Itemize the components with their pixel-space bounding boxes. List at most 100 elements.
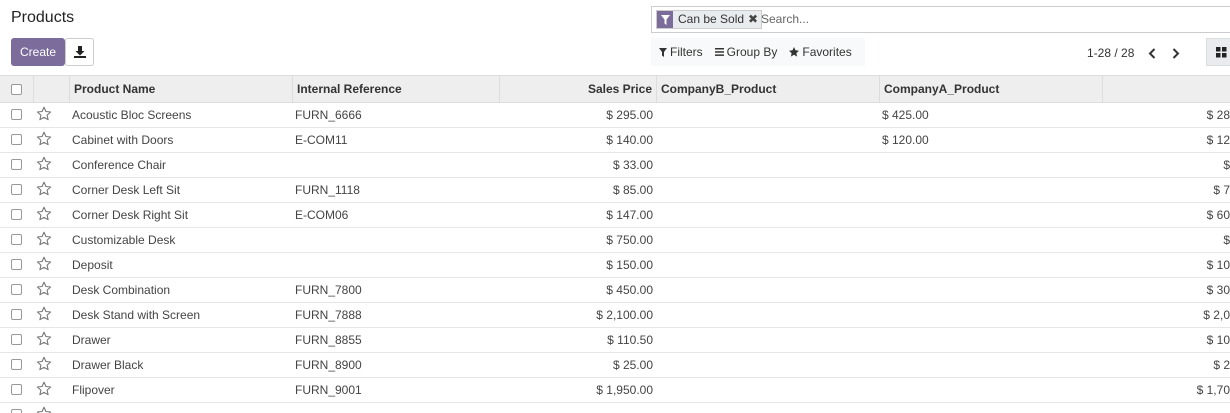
extra-column-cell[interactable]: $ 12: [1102, 128, 1230, 152]
table-row[interactable]: Acoustic Bloc Screens FURN_6666 $ 295.00 $ …: [0, 103, 1230, 128]
search-facet[interactable]: Can be Sold ✖: [656, 10, 763, 29]
groupby-button[interactable]: Group By: [709, 45, 784, 59]
extra-column-cell[interactable]: $ 2,0: [1102, 303, 1230, 327]
internal-reference-cell[interactable]: FURN_8900: [295, 353, 362, 377]
internal-reference-cell[interactable]: FURN_7800: [295, 278, 362, 302]
star-icon[interactable]: [36, 155, 52, 173]
table-row[interactable]: Cabinet with Doors E-COM11 $ 140.00 $ 120.0…: [0, 128, 1230, 153]
sales-price-cell[interactable]: $ 25.00: [499, 353, 653, 377]
row-checkbox[interactable]: [11, 109, 22, 120]
star-icon[interactable]: [36, 305, 52, 323]
companya-product-cell[interactable]: $ 120.00: [882, 128, 929, 152]
row-checkbox[interactable]: [11, 159, 22, 170]
header-companyb-product[interactable]: CompanyB_Product: [656, 76, 879, 103]
extra-column-cell[interactable]: $: [1102, 228, 1230, 252]
row-checkbox[interactable]: [11, 334, 22, 345]
star-icon[interactable]: [36, 330, 52, 348]
header-sales-price[interactable]: Sales Price: [499, 76, 656, 103]
product-name-cell[interactable]: Flipover: [72, 378, 115, 402]
sales-price-cell[interactable]: $ 2,100.00: [499, 303, 653, 327]
table-row[interactable]: Corner Desk Right Sit E-COM06 $ 147.00 $ 60: [0, 203, 1230, 228]
sales-price-cell[interactable]: $ 295.00: [499, 103, 653, 127]
row-checkbox[interactable]: [11, 234, 22, 245]
pager-previous-button[interactable]: [1140, 44, 1164, 62]
table-row[interactable]: [0, 403, 1230, 413]
table-row[interactable]: Desk Combination FURN_7800 $ 450.00 $ 30: [0, 278, 1230, 303]
extra-column-cell[interactable]: $ 7: [1102, 178, 1230, 202]
internal-reference-cell[interactable]: E-COM06: [295, 203, 348, 227]
close-icon[interactable]: ✖: [748, 11, 761, 28]
product-name-cell[interactable]: Desk Stand with Screen: [72, 303, 200, 327]
row-checkbox[interactable]: [11, 134, 22, 145]
internal-reference-cell[interactable]: FURN_9001: [295, 378, 362, 402]
product-name-cell[interactable]: Cabinet with Doors: [72, 128, 173, 152]
table-row[interactable]: Corner Desk Left Sit FURN_1118 $ 85.00 $ 7: [0, 178, 1230, 203]
sales-price-cell[interactable]: $ 150.00: [499, 253, 653, 277]
table-row[interactable]: Drawer Black FURN_8900 $ 25.00 $ 2: [0, 353, 1230, 378]
table-row[interactable]: Customizable Desk $ 750.00 $: [0, 228, 1230, 253]
row-checkbox[interactable]: [11, 384, 22, 395]
header-companya-product[interactable]: CompanyA_Product: [879, 76, 1102, 103]
product-name-cell[interactable]: Conference Chair: [72, 153, 166, 177]
internal-reference-cell[interactable]: FURN_1118: [295, 178, 360, 202]
star-icon[interactable]: [36, 180, 52, 198]
favorites-button[interactable]: Favorites: [783, 45, 857, 59]
header-extra-column[interactable]: [1102, 76, 1230, 103]
sales-price-cell[interactable]: $ 110.50: [499, 328, 653, 352]
extra-column-cell[interactable]: $ 30: [1102, 278, 1230, 302]
row-checkbox[interactable]: [11, 409, 22, 413]
table-row[interactable]: Deposit $ 150.00 $ 10: [0, 253, 1230, 278]
sales-price-cell[interactable]: [499, 403, 653, 413]
product-name-cell[interactable]: Desk Combination: [72, 278, 170, 302]
row-checkbox[interactable]: [11, 184, 22, 195]
search-input[interactable]: [761, 12, 1061, 26]
internal-reference-cell[interactable]: FURN_8855: [295, 328, 362, 352]
select-all-checkbox[interactable]: [11, 84, 22, 95]
table-row[interactable]: Desk Stand with Screen FURN_7888 $ 2,100.0…: [0, 303, 1230, 328]
sales-price-cell[interactable]: $ 85.00: [499, 178, 653, 202]
star-icon[interactable]: [36, 405, 52, 413]
row-checkbox[interactable]: [11, 284, 22, 295]
extra-column-cell[interactable]: $ 28: [1102, 103, 1230, 127]
table-row[interactable]: Drawer FURN_8855 $ 110.50 $ 10: [0, 328, 1230, 353]
sales-price-cell[interactable]: $ 1,950.00: [499, 378, 653, 402]
sales-price-cell[interactable]: $ 140.00: [499, 128, 653, 152]
pager-next-button[interactable]: [1164, 44, 1188, 62]
extra-column-cell[interactable]: $ 10: [1102, 328, 1230, 352]
row-checkbox[interactable]: [11, 259, 22, 270]
extra-column-cell[interactable]: $ 60: [1102, 203, 1230, 227]
row-checkbox[interactable]: [11, 359, 22, 370]
star-icon[interactable]: [36, 130, 52, 148]
extra-column-cell[interactable]: $ 1,70: [1102, 378, 1230, 402]
filters-button[interactable]: Filters: [651, 45, 709, 59]
row-checkbox[interactable]: [11, 309, 22, 320]
companya-product-cell[interactable]: $ 425.00: [882, 103, 929, 127]
internal-reference-cell[interactable]: FURN_6666: [295, 103, 362, 127]
sales-price-cell[interactable]: $ 33.00: [499, 153, 653, 177]
row-checkbox[interactable]: [11, 209, 22, 220]
star-icon[interactable]: [36, 355, 52, 373]
product-name-cell[interactable]: Drawer Black: [72, 353, 143, 377]
product-name-cell[interactable]: Customizable Desk: [72, 228, 175, 252]
table-row[interactable]: Flipover FURN_9001 $ 1,950.00 $ 1,70: [0, 378, 1230, 403]
star-icon[interactable]: [36, 105, 52, 123]
extra-column-cell[interactable]: [1102, 403, 1230, 413]
extra-column-cell[interactable]: $ 10: [1102, 253, 1230, 277]
star-icon[interactable]: [36, 380, 52, 398]
table-row[interactable]: Conference Chair $ 33.00 $: [0, 153, 1230, 178]
create-button[interactable]: Create: [11, 38, 65, 66]
star-icon[interactable]: [36, 205, 52, 223]
header-internal-reference[interactable]: Internal Reference: [292, 76, 499, 103]
internal-reference-cell[interactable]: E-COM11: [295, 128, 347, 152]
product-name-cell[interactable]: Corner Desk Right Sit: [72, 203, 188, 227]
product-name-cell[interactable]: Drawer: [72, 328, 111, 352]
star-icon[interactable]: [36, 230, 52, 248]
internal-reference-cell[interactable]: FURN_7888: [295, 303, 362, 327]
header-product-name[interactable]: Product Name: [69, 76, 292, 103]
sales-price-cell[interactable]: $ 450.00: [499, 278, 653, 302]
star-icon[interactable]: [36, 255, 52, 273]
extra-column-cell[interactable]: $: [1102, 153, 1230, 177]
product-name-cell[interactable]: Acoustic Bloc Screens: [72, 103, 191, 127]
extra-column-cell[interactable]: $ 2: [1102, 353, 1230, 377]
product-name-cell[interactable]: Corner Desk Left Sit: [72, 178, 180, 202]
